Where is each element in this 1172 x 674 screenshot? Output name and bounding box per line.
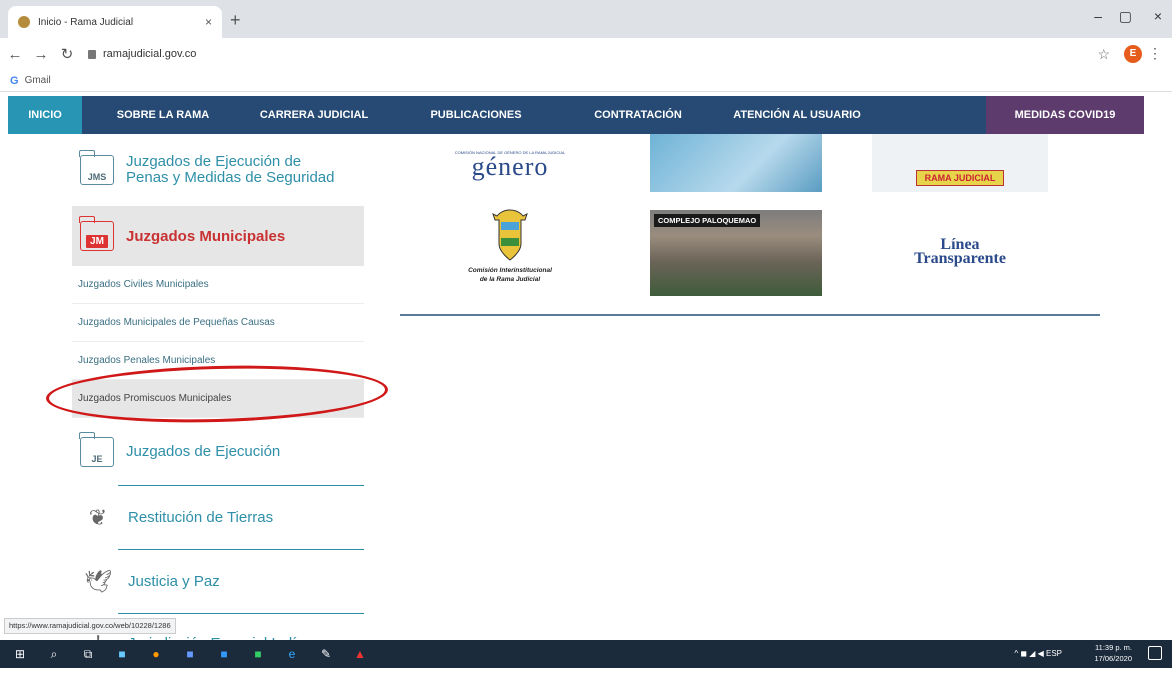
nav-medidas-covid[interactable]: MEDIDAS COVID19 [986,96,1144,134]
windows-taskbar: ⊞ ⌕ ⧉ ■ ● ■ ■ ■ e ✎ ▲ ^ ◼ ◢ ◀ ESP 11:39 … [0,640,1172,668]
site-favicon-icon [18,16,30,28]
paloquemao-photo-banner[interactable]: COMPLEJO PALOQUEMAO [650,210,822,296]
bookmark-star-icon[interactable]: ☆ [1097,46,1110,63]
lock-icon [88,49,96,59]
browser-tabbar: Inicio - Rama Judicial × + – ▢ × [0,0,1172,38]
file-explorer-icon[interactable]: ■ [112,646,132,662]
paint-icon[interactable]: ✎ [316,646,336,662]
task-view-icon[interactable]: ⧉ [78,646,98,662]
chrome-icon[interactable]: ● [146,646,166,662]
nav-publicaciones[interactable]: PUBLICACIONES [384,96,568,134]
minimize-button[interactable]: – [1094,8,1102,24]
notification-icon[interactable] [1148,646,1162,660]
edge-icon[interactable]: e [282,646,302,662]
back-arrow-icon[interactable]: ← [4,46,26,63]
tab-close-icon[interactable]: × [205,15,212,29]
url-field[interactable]: ramajudicial.gov.co [88,48,196,60]
bookmarks-bar: G Gmail [0,70,1172,92]
dove-icon: 🕊 [84,569,112,594]
new-tab-button[interactable]: + [230,10,241,31]
sidebar-subitem-civiles[interactable]: Juzgados Civiles Municipales [72,266,364,304]
word-icon[interactable]: ■ [214,646,234,662]
sidebar-item-justicia-paz[interactable]: 🕊 Justicia y Paz [72,550,364,614]
windows-start-icon[interactable]: ⊞ [10,646,30,662]
plant-icon: ❦ [88,505,108,530]
health-photo-banner[interactable] [650,134,822,192]
bookmark-gmail[interactable]: Gmail [25,75,51,86]
profile-avatar[interactable]: E [1124,45,1142,63]
close-window-button[interactable]: × [1154,8,1162,24]
sidebar-item-label: Justicia y Paz [128,573,220,590]
sidebar-subitem-pequenas-causas[interactable]: Juzgados Municipales de Pequeñas Causas [72,304,364,342]
sidebar-item-label: Juzgados de Ejecución [126,443,281,460]
linea-transparente-logo: Línea Transparente [914,236,1006,267]
comision-banner[interactable]: Comisión Interinstitucional de la Rama J… [430,206,590,298]
sidebar-item-restitucion[interactable]: ❦ Restitución de Tierras [72,486,364,550]
folder-icon: JM [79,216,114,251]
site-main-nav: INICIO SOBRE LA RAMA CARRERA JUDICIAL PU… [8,96,1144,134]
outlook-icon[interactable]: ■ [180,646,200,662]
tab-title: Inicio - Rama Judicial [38,16,134,28]
menu-kebab-icon[interactable]: ⋮ [1148,45,1162,62]
excel-icon[interactable]: ■ [248,646,268,662]
browser-tab[interactable]: Inicio - Rama Judicial × [8,6,222,38]
genero-banner[interactable]: COMISIÓN NACIONAL DE GÉNERO DE LA RAMA J… [430,134,590,194]
acrobat-icon[interactable]: ▲ [350,646,370,662]
kids-banner-text: RAMA JUDICIAL [915,170,1005,186]
search-icon[interactable]: ⌕ [44,646,64,662]
maximize-button[interactable]: ▢ [1119,8,1132,25]
folder-icon: JMS [79,150,114,185]
paloquemao-label: COMPLEJO PALOQUEMAO [654,214,761,227]
nav-carrera-judicial[interactable]: CARRERA JUDICIAL [244,96,384,134]
content-divider [400,314,1100,316]
taskbar-clock[interactable]: 11:39 p. m. 17/06/2020 [1094,642,1132,664]
sidebar-item-label: Restitución de Tierras [128,509,274,526]
nav-contratacion[interactable]: CONTRATACIÓN [568,96,708,134]
kids-banner[interactable]: RAMA JUDICIAL [872,134,1048,192]
sidebar-item-label: Juzgados de Ejecución de Penas y Medidas… [126,153,335,186]
url-text: ramajudicial.gov.co [103,48,197,60]
nav-inicio[interactable]: INICIO [8,96,82,134]
status-url: https://www.ramajudicial.gov.co/web/1022… [4,618,176,634]
sidebar-item-ejecucion[interactable]: JE Juzgados de Ejecución [72,418,364,486]
sidebar-item-label: Juzgados Municipales [126,227,286,245]
nav-sobre-la-rama[interactable]: SOBRE LA RAMA [82,96,244,134]
reload-icon[interactable]: ↻ [56,45,78,63]
sidebar-item-municipales[interactable]: JM Juzgados Municipales [72,206,364,266]
sidebar-item-ejecucion-penas[interactable]: JMS Juzgados de Ejecución de Penas y Med… [72,134,364,206]
colombia-shield-icon [492,209,528,261]
genero-logo-text: género [471,151,549,181]
forward-arrow-icon[interactable]: → [30,46,52,63]
nav-atencion-usuario[interactable]: ATENCIÓN AL USUARIO [708,96,886,134]
linea-transparente-banner[interactable]: Línea Transparente [872,206,1048,298]
google-icon: G [10,74,19,87]
address-bar: ← → ↻ ramajudicial.gov.co ☆ E ⋮ [0,38,1172,70]
system-tray[interactable]: ^ ◼ ◢ ◀ ESP [1014,649,1062,658]
comision-caption: Comisión Interinstitucional de la Rama J… [468,267,552,283]
folder-icon: JE [79,432,114,467]
